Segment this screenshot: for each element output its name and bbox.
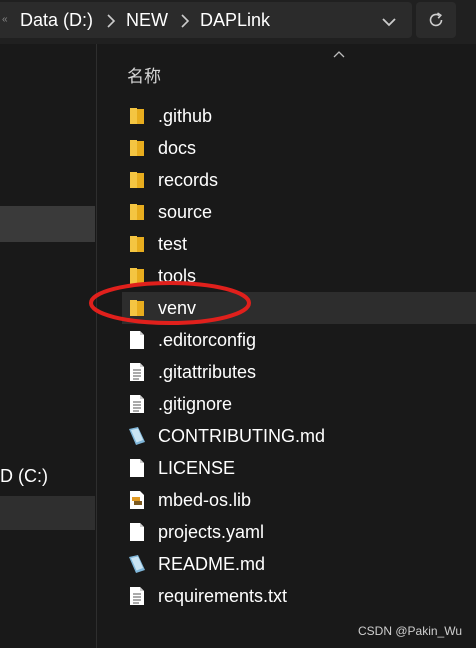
markdown-file-icon: [128, 426, 146, 446]
file-row[interactable]: .gitignore: [122, 388, 476, 420]
watermark: CSDN @Pakin_Wu: [358, 624, 462, 638]
file-row[interactable]: .gitattributes: [122, 356, 476, 388]
file-row[interactable]: venv: [122, 292, 476, 324]
navigation-pane: D (C:): [0, 44, 97, 648]
file-name: docs: [158, 138, 197, 158]
breadcrumb[interactable]: « Data (D:) NEW DAPLink: [0, 2, 412, 38]
file-row[interactable]: projects.yaml: [122, 516, 476, 548]
file-row[interactable]: records: [122, 164, 476, 196]
file-name: LICENSE: [158, 458, 236, 478]
folder-icon: [128, 170, 146, 190]
file-name: .gitignore: [158, 394, 233, 414]
breadcrumb-item-daplink[interactable]: DAPLink: [200, 10, 270, 31]
refresh-button[interactable]: [416, 2, 456, 38]
overflow-icon[interactable]: «: [2, 14, 8, 25]
file-list-pane: 名称 .github docs records source test tools venv…: [97, 44, 476, 648]
file-name: .github: [158, 106, 213, 126]
file-row[interactable]: requirements.txt: [122, 580, 476, 612]
file-name: CONTRIBUTING.md: [158, 426, 326, 446]
file-row[interactable]: README.md: [122, 548, 476, 580]
column-header-name[interactable]: 名称: [127, 62, 161, 87]
markdown-file-icon: [128, 554, 146, 574]
file-row[interactable]: mbed-os.lib: [122, 484, 476, 516]
file-name: venv: [158, 298, 197, 318]
file-row[interactable]: source: [122, 196, 476, 228]
chevron-down-icon[interactable]: [378, 12, 400, 32]
file-row[interactable]: .github: [122, 100, 476, 132]
text-file-icon: [128, 394, 146, 414]
file-name: requirements.txt: [158, 586, 288, 606]
folder-icon: [128, 266, 146, 286]
text-file-icon: [128, 586, 146, 606]
text-file-icon: [128, 362, 146, 382]
chevron-right-icon: [181, 14, 190, 28]
nav-item-highlight[interactable]: [0, 496, 95, 530]
address-bar: « Data (D:) NEW DAPLink: [0, 0, 476, 44]
file-name: .editorconfig: [158, 330, 257, 350]
chevron-right-icon: [107, 14, 116, 28]
file-name: .gitattributes: [158, 362, 257, 382]
file-icon: [128, 330, 146, 350]
file-row[interactable]: test: [122, 228, 476, 260]
refresh-icon: [429, 12, 443, 27]
file-icon: [128, 458, 146, 478]
folder-icon: [128, 138, 146, 158]
library-file-icon: [128, 490, 146, 510]
file-name: records: [158, 170, 219, 190]
breadcrumb-item-data-d[interactable]: Data (D:): [20, 10, 93, 31]
file-name: source: [158, 202, 213, 222]
file-row[interactable]: CONTRIBUTING.md: [122, 420, 476, 452]
nav-item-selected[interactable]: [0, 206, 95, 242]
caret-up-icon: [333, 51, 345, 58]
file-row[interactable]: docs: [122, 132, 476, 164]
file-name: projects.yaml: [158, 522, 265, 542]
file-row[interactable]: .editorconfig: [122, 324, 476, 356]
window-edge: [460, 0, 476, 44]
folder-icon: [128, 202, 146, 222]
folder-icon: [128, 298, 146, 318]
file-name: test: [158, 234, 188, 254]
folder-icon: [128, 234, 146, 254]
folder-icon: [128, 106, 146, 126]
file-name: tools: [158, 266, 197, 286]
file-row[interactable]: LICENSE: [122, 452, 476, 484]
file-name: mbed-os.lib: [158, 490, 252, 510]
file-icon: [128, 522, 146, 542]
file-row[interactable]: tools: [122, 260, 476, 292]
file-name: README.md: [158, 554, 266, 574]
nav-item-drive-c[interactable]: D (C:): [0, 466, 48, 487]
breadcrumb-item-new[interactable]: NEW: [126, 10, 168, 31]
